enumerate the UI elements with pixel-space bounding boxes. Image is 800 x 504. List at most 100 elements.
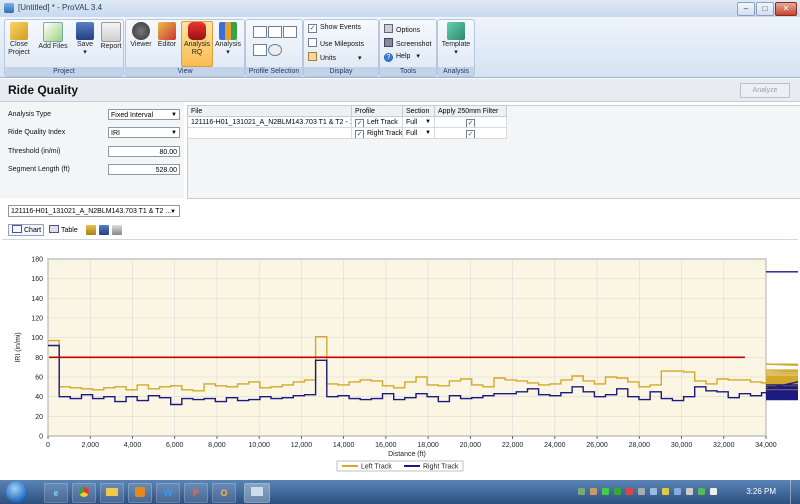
align-right-icon[interactable] <box>283 26 297 38</box>
options-icon <box>384 24 393 33</box>
viewer-button[interactable]: Viewer <box>128 22 154 49</box>
group-label-profile-selection: Profile Selection <box>246 67 302 76</box>
save-button[interactable]: Save ▾ <box>73 22 97 57</box>
tray-icon[interactable] <box>686 488 693 495</box>
start-button[interactable] <box>6 481 28 503</box>
table-cell-file[interactable]: 121116-H01_131021_A_N2BLM143.703 T1 & T2… <box>188 117 352 128</box>
filter-checkbox-right[interactable]: ✓ <box>466 130 475 138</box>
help-button[interactable]: ? Help ▾ <box>384 52 420 62</box>
threshold-input[interactable]: 80.00 <box>108 146 180 157</box>
plot-background <box>47 258 767 437</box>
table-cell-file[interactable] <box>188 128 352 139</box>
file-select[interactable]: 121116-H01_131021_A_N2BLM143.703 T1 & T2… <box>8 205 180 217</box>
maximize-button[interactable]: □ <box>756 2 774 16</box>
taskbar-proval-icon[interactable] <box>244 483 270 503</box>
taskbar-explorer-icon[interactable] <box>100 483 124 503</box>
table-cell-profile[interactable]: ✓ Left Track <box>352 117 403 128</box>
copy-icon[interactable] <box>86 225 96 235</box>
tray-icon[interactable] <box>674 488 681 495</box>
table-cell-section[interactable]: Full ▼ <box>403 128 435 139</box>
analysis-button[interactable]: Analysis ▾ <box>213 22 243 57</box>
col-header-file[interactable]: File <box>188 106 352 117</box>
save-dropdown-caret[interactable]: ▾ <box>73 49 97 57</box>
taskbar-word-icon[interactable]: W <box>156 483 180 503</box>
profile-checkbox-right[interactable]: ✓ <box>355 130 364 138</box>
project-label: Project <box>8 49 30 56</box>
minimize-button[interactable]: ‒ <box>737 2 755 16</box>
print-icon[interactable] <box>112 225 122 235</box>
col-header-profile[interactable]: Profile <box>352 106 403 117</box>
table-cell-profile[interactable]: ✓ Right Track <box>352 128 403 139</box>
taskbar-outlook-icon[interactable]: O <box>212 483 236 503</box>
show-events-checkbox[interactable]: ✓ <box>308 24 317 33</box>
ribbon-group-analysis: Template ▾ Analysis <box>437 19 475 77</box>
analysis-rq-button[interactable]: Analysis RQ <box>181 21 213 67</box>
eraser-icon[interactable] <box>268 44 282 56</box>
y-tick-label: 0 <box>39 434 43 441</box>
add-file-icon <box>43 22 63 42</box>
close-window-button[interactable]: ✕ <box>775 2 797 16</box>
col-header-section[interactable]: Section <box>403 106 435 117</box>
clock[interactable]: 3:26 PM <box>746 487 776 496</box>
segment-length-input[interactable]: 528.00 <box>108 164 180 175</box>
analysis-type-select[interactable]: Fixed Interval ▼ <box>108 109 180 120</box>
x-tick-label: 20,000 <box>460 442 482 449</box>
tab-table[interactable]: Table <box>45 224 83 236</box>
table-cell-filter[interactable]: ✓ <box>435 117 507 128</box>
taskbar-chrome-icon[interactable] <box>72 483 96 503</box>
rqi-select[interactable]: IRI ▼ <box>108 127 180 138</box>
table-cell-section[interactable]: Full ▼ <box>403 117 435 128</box>
volume-icon[interactable] <box>710 488 717 495</box>
y-tick-label: 60 <box>35 375 43 382</box>
tray-icon[interactable] <box>614 488 621 495</box>
show-desktop-button[interactable] <box>790 480 800 504</box>
template-button[interactable]: Template ▾ <box>440 22 472 57</box>
tray-icon[interactable] <box>602 488 609 495</box>
table-cell-filter[interactable]: ✓ <box>435 128 507 139</box>
app-icon[interactable] <box>4 3 14 13</box>
add-files-button[interactable]: Add Files <box>35 22 71 51</box>
template-caret[interactable]: ▾ <box>440 49 472 57</box>
report-button[interactable]: Report <box>99 22 123 51</box>
options-button[interactable]: Options <box>384 24 420 34</box>
taskbar-media-icon[interactable] <box>128 483 152 503</box>
tray-icon[interactable] <box>578 488 585 495</box>
template-label: Template <box>441 41 471 48</box>
col-header-filter[interactable]: Apply 250mm Filter <box>435 106 507 117</box>
use-mileposts-toggle[interactable]: Use Mileposts <box>308 38 364 48</box>
close-project-button[interactable]: Close Project <box>7 22 31 57</box>
align-left-icon[interactable] <box>253 26 267 38</box>
screenshot-button[interactable]: Screenshot <box>384 38 431 48</box>
group-label-tools: Tools <box>380 67 436 76</box>
units-dropdown[interactable]: Units ▾ <box>308 52 361 62</box>
tray-icon[interactable] <box>698 488 705 495</box>
show-events-toggle[interactable]: ✓ Show Events <box>308 24 361 33</box>
taskbar-ie-icon[interactable]: e <box>44 483 68 503</box>
tray-icon[interactable] <box>650 488 657 495</box>
analyze-button[interactable]: Analyze <box>740 83 790 98</box>
filter-checkbox-left[interactable]: ✓ <box>466 119 475 127</box>
x-tick-label: 18,000 <box>417 442 439 449</box>
viewer-label: Viewer <box>130 41 152 48</box>
align-center-icon[interactable] <box>268 26 282 38</box>
tray-icon[interactable] <box>590 488 597 495</box>
report-icon <box>101 22 121 42</box>
y-tick-label: 80 <box>35 355 43 362</box>
editor-button[interactable]: Editor <box>155 22 179 49</box>
tray-icon[interactable] <box>638 488 645 495</box>
taskbar-powerpoint-icon[interactable]: P <box>184 483 208 503</box>
ribbon-group-project: Close Project Add Files Save ▾ Report Pr… <box>4 19 124 77</box>
iri-chart[interactable]: 0 20 40 60 80 100 120 140 160 180 0 2,000 4,000 6,000… <box>2 240 800 480</box>
tray-icon[interactable] <box>626 488 633 495</box>
analysis-dropdown-caret[interactable]: ▾ <box>213 49 243 57</box>
report-label: Report <box>100 43 122 50</box>
use-mileposts-checkbox[interactable] <box>308 38 317 47</box>
select-box-icon[interactable] <box>253 44 267 56</box>
ribbon-group-view: Viewer Editor Analysis RQ Analysis ▾ Vie… <box>125 19 245 77</box>
legend-label: Left Track <box>361 464 392 471</box>
chart-icon <box>12 225 22 233</box>
save-chart-icon[interactable] <box>99 225 109 235</box>
tray-icon[interactable] <box>662 488 669 495</box>
profile-checkbox-left[interactable]: ✓ <box>355 119 364 127</box>
tab-chart[interactable]: Chart <box>8 224 44 236</box>
